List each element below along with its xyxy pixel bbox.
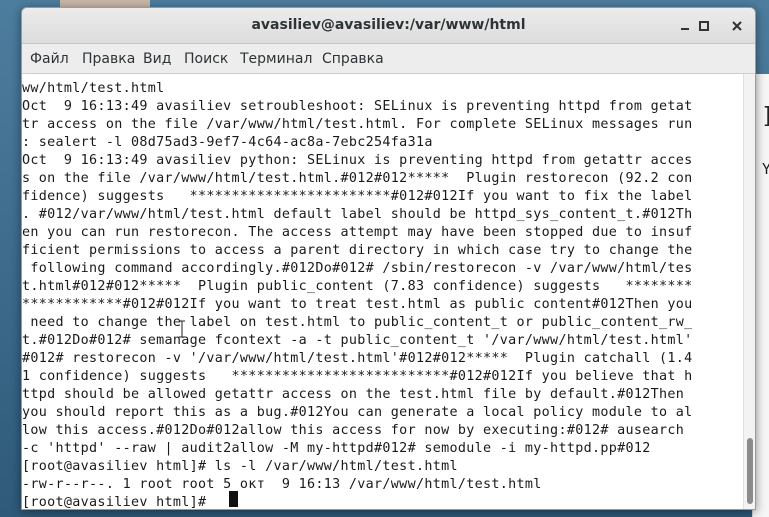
terminal-line: t.#012Do#012# semanage fcontext -a -t pu… <box>22 333 693 348</box>
terminal-line: t.html#012#012***** Plugin public_conten… <box>22 279 693 294</box>
maximize-button[interactable] <box>694 16 714 36</box>
window-title: avasiliev@avasiliev:/var/www/html <box>251 17 526 33</box>
terminal-line: ficient permissions to access a parent d… <box>22 243 693 258</box>
text-cursor <box>229 491 238 507</box>
terminal-window[interactable]: avasiliev@avasiliev:/var/www/html Файл П… <box>21 7 756 510</box>
terminal-line: . #012/var/www/html/test.html default la… <box>22 207 693 222</box>
terminal-line: Oct 9 16:13:49 avasiliev python: SELinux… <box>22 153 693 168</box>
close-button[interactable] <box>727 16 747 36</box>
menu-help[interactable]: Справка <box>322 51 384 67</box>
prompt-line: [root@avasiliev html]# <box>22 495 215 509</box>
terminal-line: en you can run restorecon. The access at… <box>22 225 693 240</box>
menu-view[interactable]: Вид <box>143 51 171 67</box>
terminal-line: -c 'httpd' --raw | audit2allow -M my-htt… <box>22 441 651 456</box>
ibeam-cursor-icon <box>179 320 185 338</box>
menu-file[interactable]: Файл <box>30 51 69 67</box>
menu-terminal[interactable]: Терминал <box>240 51 312 67</box>
terminal-line: following command accordingly.#012Do#012… <box>22 261 693 276</box>
scrollbar-thumb[interactable] <box>747 438 753 504</box>
title-bar[interactable]: avasiliev@avasiliev:/var/www/html <box>22 8 755 44</box>
menu-edit[interactable]: Правка <box>82 51 135 67</box>
minimize-icon <box>681 28 689 30</box>
terminal-line: [root@avasiliev html]# ls -l /var/www/ht… <box>22 459 458 474</box>
terminal-line: tr access on the file /var/www/html/test… <box>22 117 693 132</box>
maximize-icon <box>699 21 709 31</box>
background-window-char: Y <box>762 160 769 178</box>
terminal-line: fidence) suggests **********************… <box>22 189 693 204</box>
menu-bar: Файл Правка Вид Поиск Терминал Справка <box>22 44 755 74</box>
terminal-line: low this access.#012Do#012allow this acc… <box>22 423 685 438</box>
minimize-button[interactable] <box>675 16 695 36</box>
scrollbar[interactable] <box>743 74 755 509</box>
terminal-line: : sealert -l 08d75ad3-9ef7-4c64-ac8a-7eb… <box>22 135 433 150</box>
terminal-line: need to change the label on test.html to… <box>22 315 693 330</box>
background-window-char: ] <box>761 104 769 129</box>
terminal-line: Oct 9 16:13:49 avasiliev setroubleshoot:… <box>22 99 693 114</box>
terminal-line: ttpd should be allowed getattr access on… <box>22 387 685 402</box>
terminal-line: ************#012#012If you want to treat… <box>22 297 693 312</box>
close-icon <box>732 21 742 31</box>
terminal-output[interactable]: ww/html/test.html Oct 9 16:13:49 avasili… <box>22 74 743 509</box>
terminal-line: -rw-r--r--. 1 root root 5 окт 9 16:13 /v… <box>22 477 542 492</box>
menu-search[interactable]: Поиск <box>184 51 228 67</box>
terminal-line: you should report this as a bug.#012You … <box>22 405 693 420</box>
terminal-line: ww/html/test.html <box>22 81 165 96</box>
terminal-line: s on the file /var/www/html/test.html.#0… <box>22 171 693 186</box>
terminal-line: 1 confidence) suggests *****************… <box>22 369 693 384</box>
terminal-line: #012# restorecon -v '/var/www/html/test.… <box>22 351 693 366</box>
